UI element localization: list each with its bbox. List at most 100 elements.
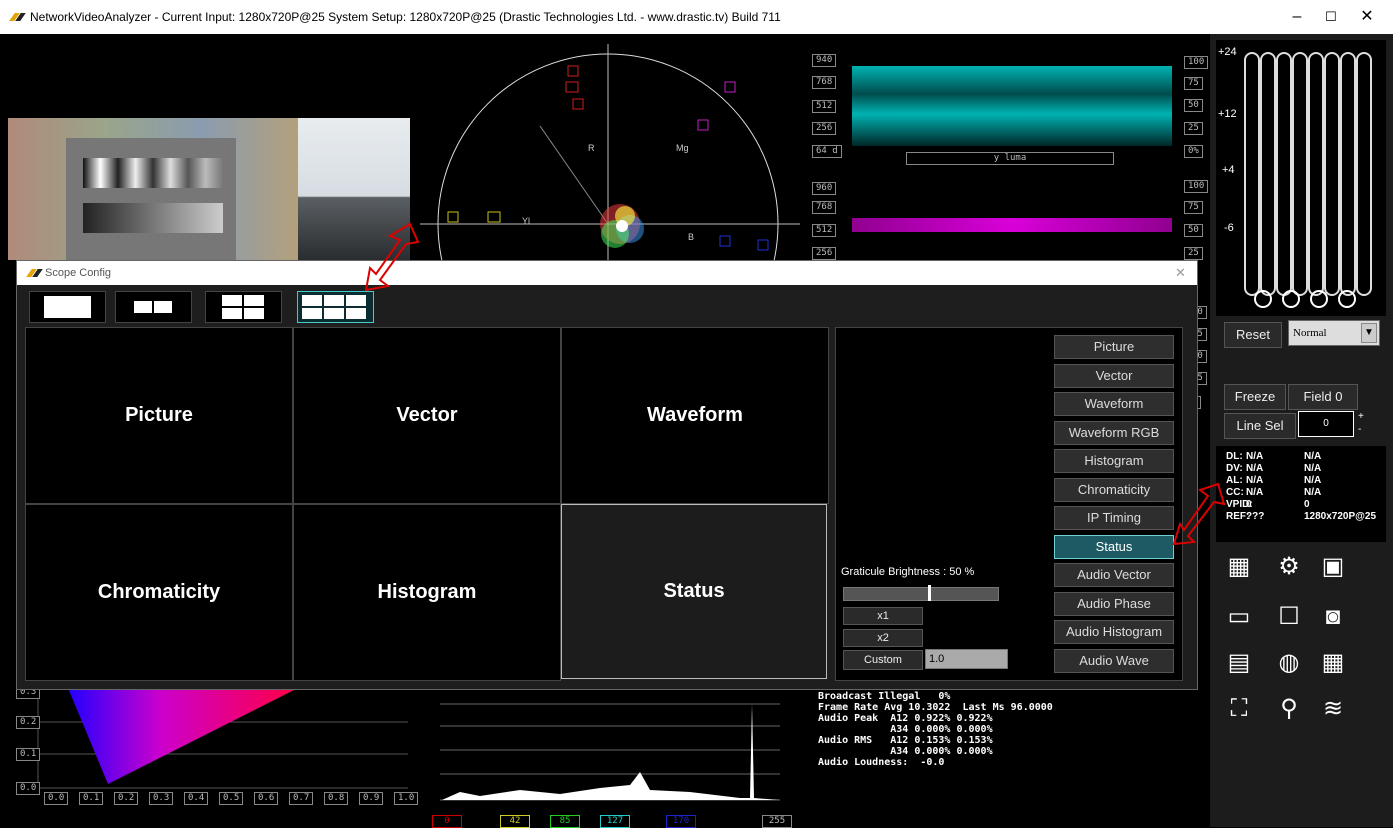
channel-select-radio-1[interactable] <box>1254 290 1272 308</box>
grid-cell-2[interactable]: Vector <box>293 327 561 504</box>
channel-select-radio-3[interactable] <box>1310 290 1328 308</box>
globe-icon[interactable]: ◍ <box>1272 646 1306 680</box>
hist-x-42: 42 <box>500 815 530 828</box>
histogram-axis-labels: 0 42 85 127 170 255 <box>432 815 792 828</box>
meter-mode-select[interactable]: Normal ▼ <box>1288 320 1380 346</box>
status-info-key: DL: <box>1226 451 1243 462</box>
audio-meter-area: +24 +12 +4 -6 <box>1216 40 1386 316</box>
scope-type-button[interactable]: Audio Histogram <box>1054 620 1174 644</box>
search-icon[interactable]: ⚲ <box>1272 692 1306 726</box>
freeze-button[interactable]: Freeze <box>1224 384 1286 410</box>
histogram-scope <box>440 703 780 801</box>
gear-icon[interactable]: ⚙ <box>1272 550 1306 584</box>
layout-1x1-button[interactable] <box>29 291 106 323</box>
audio-wave-icon[interactable]: ≋ <box>1316 692 1350 726</box>
line-increment-button[interactable]: + <box>1358 411 1364 422</box>
line-decrement-button[interactable]: - <box>1358 424 1361 435</box>
channel-select-radio-4[interactable] <box>1338 290 1356 308</box>
graticule-brightness-label: Graticule Brightness : 50 % <box>841 566 975 578</box>
wf2-left-512: 512 <box>812 224 837 237</box>
calendar-icon[interactable]: ▦ <box>1316 646 1350 680</box>
slider-handle[interactable] <box>928 585 931 601</box>
custom-zoom-input[interactable]: 1.0 <box>925 649 1008 669</box>
channel-select-radio-2[interactable] <box>1282 290 1300 308</box>
status-info-row: AL: N/A N/A <box>1226 475 1393 487</box>
scope-type-button[interactable]: IP Timing <box>1054 506 1174 530</box>
zoom-x1-button[interactable]: x1 <box>843 607 923 625</box>
custom-zoom-button[interactable]: Custom <box>843 650 923 670</box>
layout-2x1-button[interactable] <box>115 291 192 323</box>
yellow-target <box>447 211 501 223</box>
grid-cell-1[interactable]: Picture <box>25 327 293 504</box>
field-button[interactable]: Field 0 <box>1288 384 1358 410</box>
scope-type-button[interactable]: Audio Phase <box>1054 591 1174 616</box>
wf-left-256: 256 <box>812 122 837 135</box>
status-info-row: CC: N/A N/A <box>1226 487 1393 499</box>
scope-type-button[interactable]: Picture <box>1054 335 1174 359</box>
audio-meter-7 <box>1340 52 1356 296</box>
dialog-close-button[interactable]: ✕ <box>1175 265 1186 281</box>
meter-mode-value: Normal <box>1293 327 1327 339</box>
scope-type-button[interactable]: Status <box>1054 534 1174 559</box>
scope-layout-icon[interactable]: ▦ <box>1222 550 1256 584</box>
vector-label-b: B <box>688 232 694 242</box>
grid-cell-3[interactable]: Waveform <box>561 327 829 504</box>
scope-type-button[interactable]: Vector <box>1054 363 1174 388</box>
chroma-x-10: 1.0 <box>394 792 419 805</box>
audio-meter-2 <box>1260 52 1276 296</box>
fullscreen-toggle-icon[interactable]: ☐ <box>1272 600 1306 634</box>
picture-scope <box>8 118 410 260</box>
scope-type-button[interactable]: Chromaticity <box>1054 477 1174 502</box>
wf2-right-50: 50 <box>1184 224 1203 237</box>
table-report-icon[interactable]: ▤ <box>1222 646 1256 680</box>
status-text-line: A34 0.000% 0.000% <box>818 746 993 757</box>
status-text-line: Broadcast Illegal 0% <box>818 691 951 702</box>
status-text-line: Audio RMS A12 0.153% 0.153% <box>818 735 993 746</box>
window-title: NetworkVideoAnalyzer - Current Input: 12… <box>30 10 781 24</box>
wf-left-64: 64 d <box>812 145 842 158</box>
grey-scale-card <box>66 138 236 260</box>
status-info-value-1: N/A <box>1246 475 1264 486</box>
scope-type-button[interactable]: Waveform <box>1054 392 1174 416</box>
graticule-brightness-slider[interactable] <box>843 585 999 601</box>
layout-2x1-icon-a <box>134 301 152 313</box>
wf2-right-75: 75 <box>1184 201 1203 214</box>
expand-icon[interactable]: ⛶ <box>1222 692 1256 726</box>
hist-x-0: 0 <box>432 815 462 828</box>
line-select-button[interactable]: Line Sel <box>1224 413 1296 439</box>
monitor-icon[interactable]: ▭ <box>1222 600 1256 634</box>
stream-output-icon[interactable]: ▣ <box>1316 550 1350 584</box>
layout-3x2-icon-e <box>324 308 344 319</box>
chroma-y-01: 0.1 <box>16 748 41 761</box>
chroma-x-9: 0.9 <box>359 792 384 805</box>
status-info-value-2: N/A <box>1304 451 1322 462</box>
grid-cell-5[interactable]: Histogram <box>293 504 561 681</box>
layout-2x2-icon-c <box>222 308 242 319</box>
grid-cell-6[interactable]: Status <box>561 504 827 679</box>
camera-snapshot-icon[interactable]: ◙ <box>1316 600 1350 634</box>
chroma-x-7: 0.7 <box>289 792 314 805</box>
hist-x-127: 127 <box>600 815 630 828</box>
scope-type-button[interactable]: Waveform RGB <box>1054 420 1174 445</box>
grid-cell-4[interactable]: Chromaticity <box>25 504 293 681</box>
line-number-input[interactable]: 0 <box>1298 411 1354 437</box>
layout-3x2-button[interactable] <box>297 291 374 323</box>
status-scope-text: Line repetition 0 of 720Broadcast Illega… <box>818 680 1208 768</box>
status-info-key: DV: <box>1226 463 1243 474</box>
layout-2x2-button[interactable] <box>205 291 282 323</box>
layout-3x2-icon-b <box>324 295 344 306</box>
scope-type-button[interactable]: Histogram <box>1054 449 1174 473</box>
layout-3x2-icon-f <box>346 308 366 319</box>
scope-type-button[interactable]: Audio Vector <box>1054 563 1174 587</box>
close-button[interactable]: ✕ <box>1344 4 1390 30</box>
reset-button[interactable]: Reset <box>1224 322 1282 348</box>
zoom-x2-button[interactable]: x2 <box>843 629 923 647</box>
status-info-row: REF:??? 1280x720P@25 <box>1226 511 1393 523</box>
scope-type-button[interactable]: Audio Wave <box>1054 648 1174 673</box>
layout-2x2-icon-a <box>222 295 242 306</box>
meter-scale-24: +24 <box>1218 46 1237 58</box>
layout-1x1-icon <box>44 296 91 318</box>
grey-steps-lower <box>83 203 223 233</box>
wf-name-label: y luma <box>906 152 1114 165</box>
grey-steps <box>83 158 223 188</box>
